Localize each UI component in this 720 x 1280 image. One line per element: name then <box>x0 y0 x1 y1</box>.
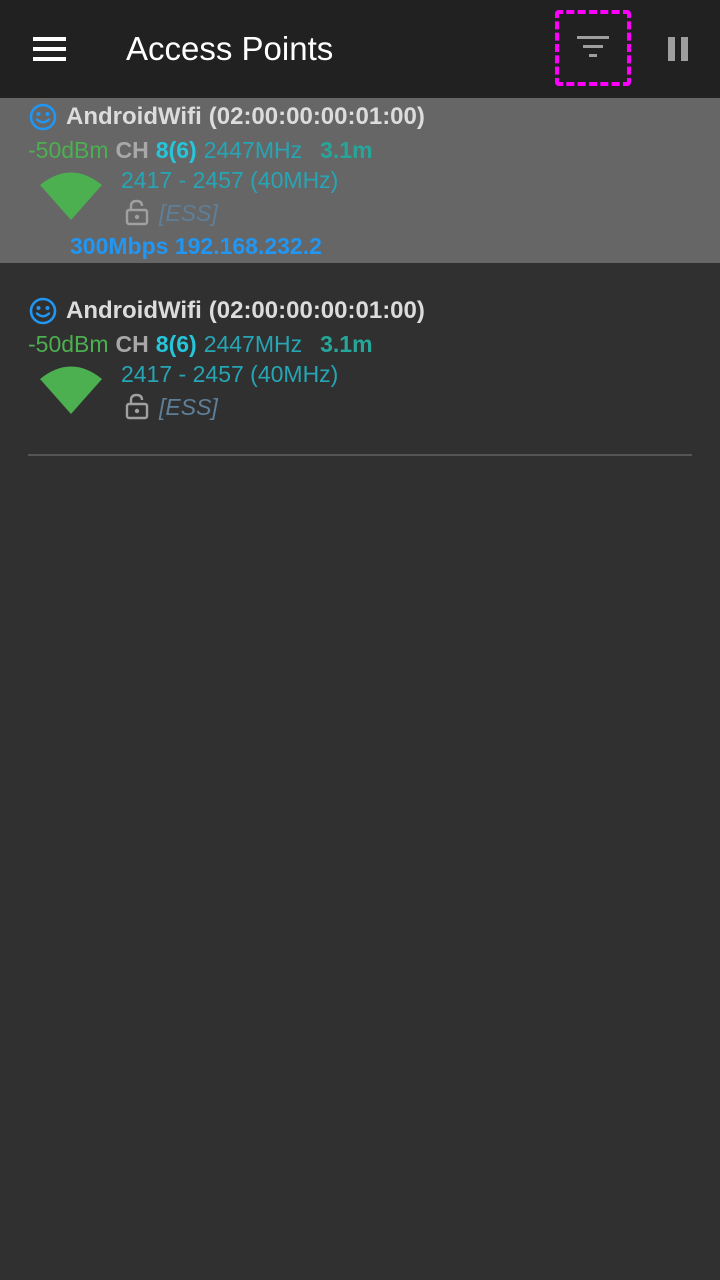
ap-frequency: 2447MHz <box>203 136 303 163</box>
ap-signal-row: -50dBm CH 8(6) 2447MHz 3.1m <box>28 329 373 359</box>
ap-signal-level: -50dBm <box>28 136 109 163</box>
wifi-signal-icon <box>40 366 102 414</box>
hamburger-menu-icon <box>33 37 66 61</box>
ap-capabilities: [ESS] <box>159 200 218 226</box>
ap-channel: 8(6) <box>155 330 197 357</box>
filter-icon <box>577 36 609 57</box>
ap-channel: 8(6) <box>155 136 197 163</box>
ap-distance: 3.1m <box>320 330 373 357</box>
lock-open-icon <box>125 393 149 420</box>
page-title: Access Points <box>126 30 334 67</box>
ap-ssid: AndroidWifi <box>66 297 202 324</box>
ap-link-info: 300Mbps 192.168.232.2 <box>70 233 322 259</box>
access-point-list: AndroidWifi (02:00:00:00:01:00) -50dBm C… <box>0 98 720 456</box>
ap-ssid: AndroidWifi <box>66 103 202 130</box>
wifi-signal-icon <box>40 172 102 220</box>
pause-button[interactable] <box>654 25 702 73</box>
lock-open-icon <box>125 199 149 226</box>
app-bar: Access Points <box>0 0 720 98</box>
access-point-item[interactable]: AndroidWifi (02:00:00:00:01:00) -50dBm C… <box>0 98 720 263</box>
filter-button[interactable] <box>555 10 631 86</box>
ap-capabilities: [ESS] <box>159 394 218 420</box>
ap-channel-label: CH <box>115 136 149 163</box>
ap-signal-level: -50dBm <box>28 330 109 357</box>
ap-header: AndroidWifi (02:00:00:00:01:00) <box>28 100 425 134</box>
smiley-icon <box>29 297 57 325</box>
ap-distance: 3.1m <box>320 136 373 163</box>
smiley-icon <box>29 103 57 131</box>
pause-icon <box>668 37 688 61</box>
ap-frequency-range: 2417 - 2457 (40MHz) <box>121 167 339 193</box>
ap-frequency: 2447MHz <box>203 330 303 357</box>
ap-bssid: (02:00:00:00:01:00) <box>208 297 425 324</box>
ap-signal-row: -50dBm CH 8(6) 2447MHz 3.1m <box>28 135 373 165</box>
access-point-item[interactable]: AndroidWifi (02:00:00:00:01:00) -50dBm C… <box>0 292 720 456</box>
ap-bssid: (02:00:00:00:01:00) <box>208 103 425 130</box>
ap-channel-label: CH <box>115 330 149 357</box>
ap-frequency-range: 2417 - 2457 (40MHz) <box>121 361 339 387</box>
ap-header: AndroidWifi (02:00:00:00:01:00) <box>28 294 425 328</box>
menu-button[interactable] <box>25 25 73 73</box>
